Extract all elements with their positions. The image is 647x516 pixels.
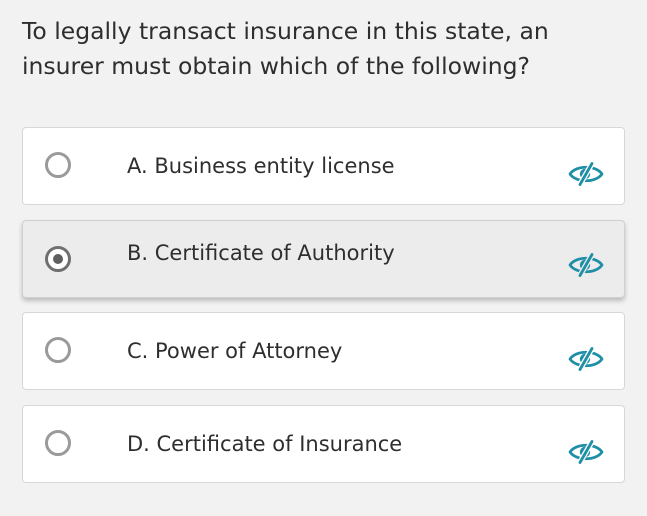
- answer-option-label: C. Power of Attorney: [127, 339, 343, 363]
- eye-slash-icon[interactable]: [568, 162, 604, 186]
- radio-selected-dot: [53, 253, 63, 264]
- answer-option-a[interactable]: A. Business entity license: [22, 127, 625, 205]
- answer-options: A. Business entity license B. Certificat…: [22, 127, 625, 497]
- radio-button-icon[interactable]: [45, 337, 71, 363]
- radio-button-icon[interactable]: [45, 429, 71, 456]
- answer-option-d[interactable]: D. Certificate of Insurance: [22, 404, 625, 483]
- answer-option-b[interactable]: B. Certificate of Authority: [22, 219, 625, 298]
- eye-slash-icon[interactable]: [568, 347, 604, 371]
- eye-slash-icon[interactable]: [568, 439, 604, 464]
- radio-button-icon[interactable]: [45, 152, 71, 178]
- answer-option-c[interactable]: C. Power of Attorney: [22, 312, 625, 390]
- answer-option-label: A. Business entity license: [127, 154, 395, 178]
- radio-button-icon[interactable]: [45, 245, 71, 272]
- answer-option-label: B. Certificate of Authority: [127, 240, 395, 265]
- eye-slash-icon[interactable]: [568, 252, 604, 277]
- question-text: To legally transact insurance in this st…: [22, 17, 549, 80]
- answer-option-label: D. Certificate of Insurance: [127, 431, 403, 456]
